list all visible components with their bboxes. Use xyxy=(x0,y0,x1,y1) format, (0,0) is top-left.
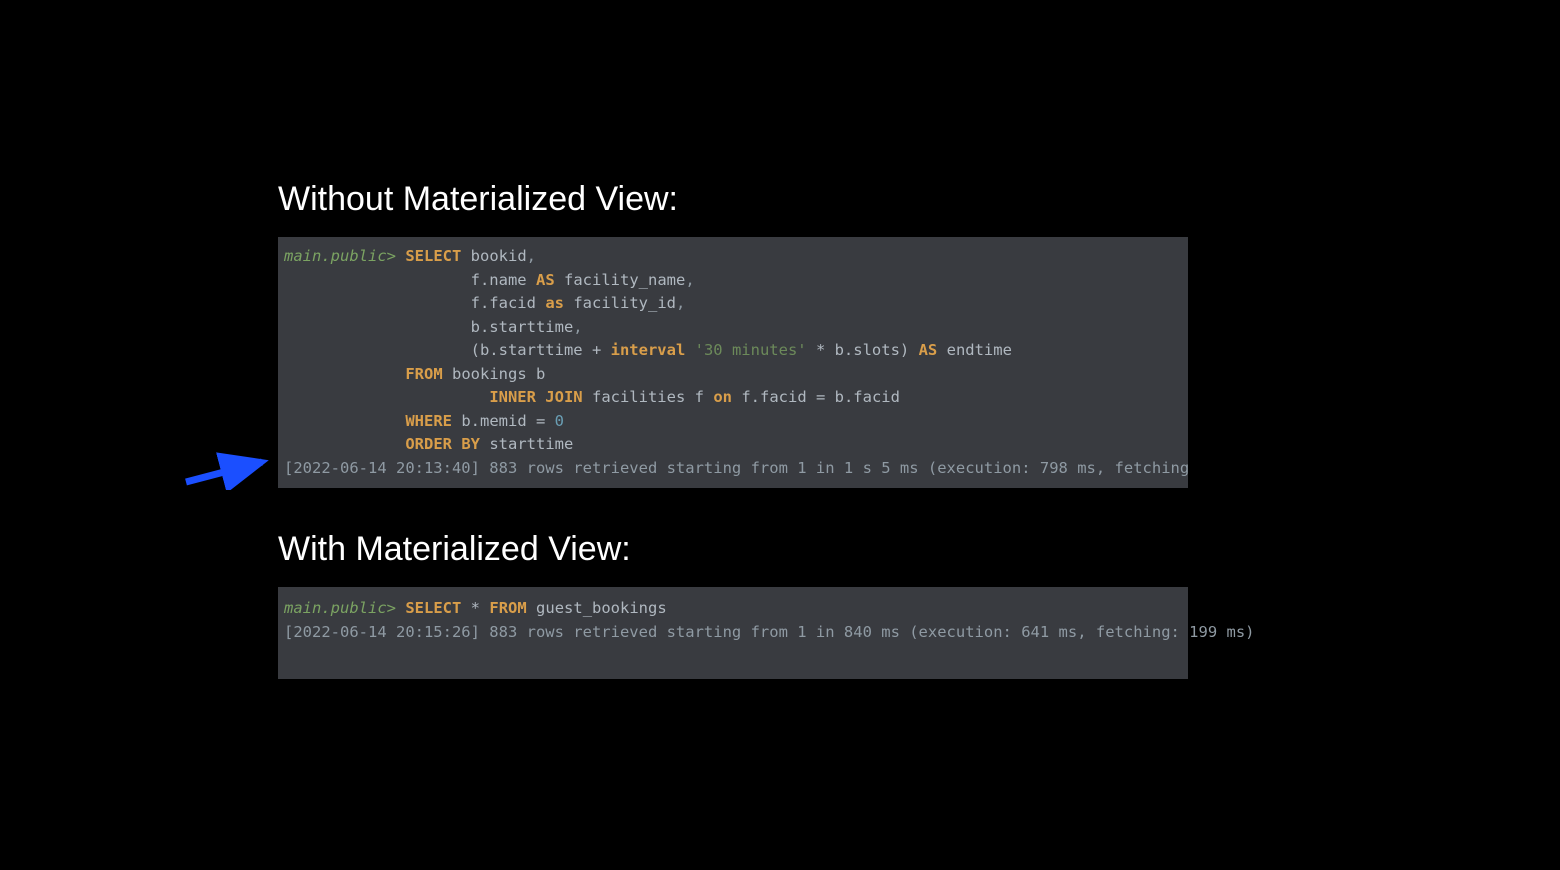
ident-guest-bookings: guest_bookings xyxy=(536,599,667,617)
comma: , xyxy=(685,271,694,289)
keyword-as: as xyxy=(545,294,564,312)
result-text: [2022-06-14 20:15:26] 883 rows retrieved… xyxy=(284,623,1255,641)
slide-content: Without Materialized View: main.public> … xyxy=(278,180,1188,679)
result-text: [2022-06-14 20:13:40] 883 rows retrieved… xyxy=(284,459,1188,477)
ident-bstarttime: b.starttime xyxy=(471,318,574,336)
sql-prompt: main.public> xyxy=(284,247,396,265)
heading-without: Without Materialized View: xyxy=(278,180,1188,219)
keyword-as: AS xyxy=(536,271,555,289)
spacer xyxy=(278,488,1188,530)
expr-times: * b.slots) xyxy=(807,341,919,359)
code-line: f.name AS facility_name, xyxy=(284,269,1182,293)
code-line: main.public> SELECT * FROM guest_booking… xyxy=(284,597,1182,621)
keyword-order-by: ORDER BY xyxy=(405,435,480,453)
ident-bookings: bookings b xyxy=(452,365,545,383)
code-line: ORDER BY starttime xyxy=(284,433,1182,457)
ident-facility-id: facility_id xyxy=(573,294,676,312)
keyword-from: FROM xyxy=(489,599,526,617)
number-zero: 0 xyxy=(555,412,564,430)
ident-endtime: endtime xyxy=(947,341,1012,359)
keyword-where: WHERE xyxy=(405,412,452,430)
ident-starttime: starttime xyxy=(489,435,573,453)
keyword-inner-join: INNER JOIN xyxy=(489,388,582,406)
ident-ffacid: f.facid xyxy=(471,294,536,312)
code-line: (b.starttime + interval '30 minutes' * b… xyxy=(284,339,1182,363)
join-condition: f.facid = b.facid xyxy=(741,388,900,406)
result-line: [2022-06-14 20:15:26] 883 rows retrieved… xyxy=(284,621,1182,645)
result-line: [2022-06-14 20:13:40] 883 rows retrieved… xyxy=(284,457,1182,481)
keyword-select: SELECT xyxy=(405,247,461,265)
sql-prompt: main.public> xyxy=(284,599,396,617)
code-block-without: main.public> SELECT bookid, f.name AS fa… xyxy=(278,237,1188,488)
ident-facility-name: facility_name xyxy=(564,271,685,289)
code-line: b.starttime, xyxy=(284,316,1182,340)
ident-facilities: facilities f xyxy=(592,388,704,406)
expr-paren: (b.starttime + xyxy=(471,341,611,359)
ident-bookid: bookid xyxy=(471,247,527,265)
code-line: FROM bookings b xyxy=(284,363,1182,387)
code-block-with: main.public> SELECT * FROM guest_booking… xyxy=(278,587,1188,678)
arrow-icon xyxy=(178,444,274,490)
code-line: INNER JOIN facilities f on f.facid = b.f… xyxy=(284,386,1182,410)
comma: , xyxy=(676,294,685,312)
ident-fname: f.name xyxy=(471,271,527,289)
star: * xyxy=(471,599,480,617)
keyword-select: SELECT xyxy=(405,599,461,617)
comma: , xyxy=(573,318,582,336)
code-line: main.public> SELECT bookid, xyxy=(284,245,1182,269)
comma: , xyxy=(527,247,536,265)
keyword-as: AS xyxy=(919,341,938,359)
keyword-on: on xyxy=(713,388,732,406)
code-line: WHERE b.memid = 0 xyxy=(284,410,1182,434)
keyword-from: FROM xyxy=(405,365,442,383)
string-interval: '30 minutes' xyxy=(695,341,807,359)
heading-with: With Materialized View: xyxy=(278,530,1188,569)
code-line: f.facid as facility_id, xyxy=(284,292,1182,316)
keyword-interval: interval xyxy=(611,341,686,359)
where-condition: b.memid = xyxy=(461,412,554,430)
